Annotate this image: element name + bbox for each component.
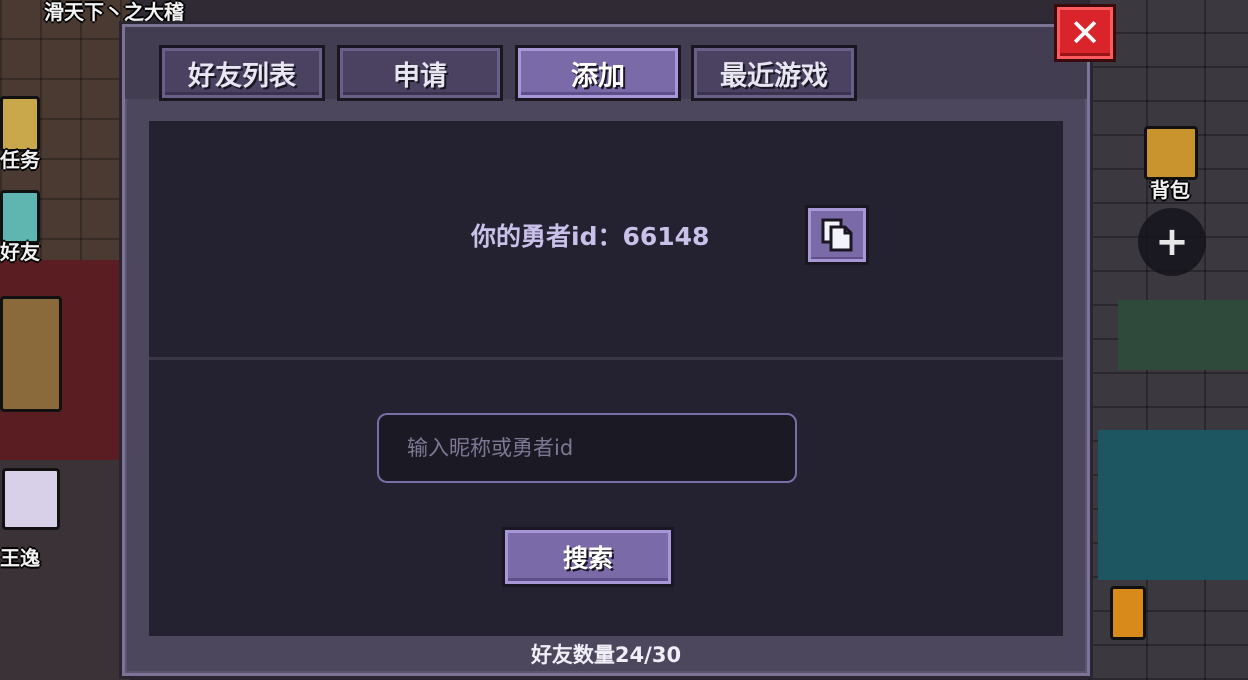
backpack-label: 背包: [1150, 178, 1190, 202]
friend-label: 好友: [0, 240, 40, 264]
skill-icon[interactable]: [1110, 586, 1146, 640]
friends-dialog: 好友列表 申请 添加 最近游戏 你的勇者id：66148 搜索 好友数量24/3…: [122, 24, 1090, 676]
chest-icon: [0, 296, 62, 412]
copy-icon: [821, 218, 853, 252]
tab-friend-list[interactable]: 好友列表: [159, 45, 325, 101]
tab-content-panel: 你的勇者id：66148 搜索: [149, 121, 1063, 636]
copy-id-button[interactable]: [805, 205, 869, 265]
close-button[interactable]: ✕: [1054, 4, 1116, 62]
player-name: 王逸: [0, 546, 40, 570]
player-sprite: [2, 468, 60, 530]
hero-id-label: 你的勇者id：66148: [471, 222, 710, 251]
quest-label: 任务: [0, 148, 40, 172]
plus-icon[interactable]: +: [1138, 208, 1206, 276]
tab-requests[interactable]: 申请: [337, 45, 503, 101]
close-icon: ✕: [1069, 11, 1101, 55]
friend-count: 好友数量24/30: [530, 643, 682, 667]
tab-recent-games[interactable]: 最近游戏: [691, 45, 857, 101]
backpack-icon[interactable]: [1144, 126, 1198, 180]
tab-bar: 好友列表 申请 添加 最近游戏: [125, 27, 1087, 101]
right-scene: [1088, 0, 1248, 680]
section-divider: [149, 357, 1063, 360]
tab-add[interactable]: 添加: [515, 45, 681, 101]
left-scene: [0, 0, 130, 680]
top-banner-text: 滑天下丶之大稽: [44, 0, 184, 24]
search-input[interactable]: [377, 413, 797, 483]
search-button[interactable]: 搜索: [502, 527, 674, 587]
